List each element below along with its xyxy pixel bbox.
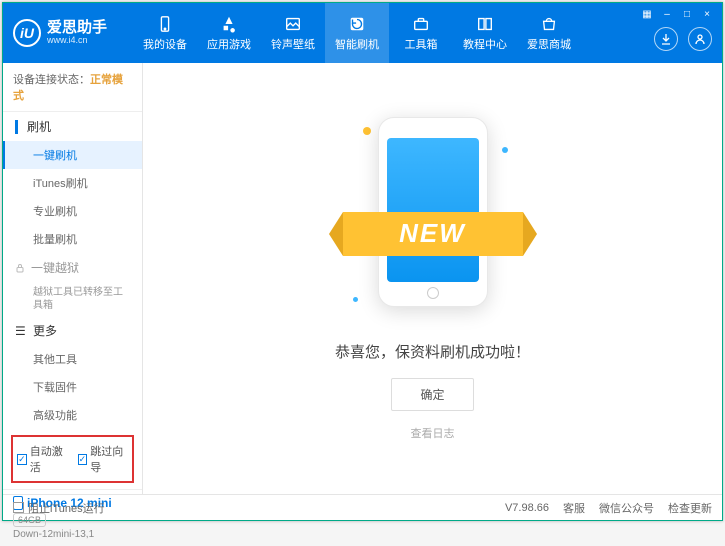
content-area: 设备连接状态：正常模式 刷机 一键刷机 iTunes刷机 专业刷机 批量刷机 一… [3,63,722,494]
book-icon [475,15,495,33]
tab-device[interactable]: 我的设备 [133,3,197,63]
user-icon [694,33,706,45]
checkbox-icon [13,502,24,513]
wechat-link[interactable]: 微信公众号 [599,500,654,516]
checkbox-label: 阻止iTunes运行 [28,500,105,516]
sidebar-item-itunes[interactable]: iTunes刷机 [3,169,142,197]
app-url: www.i4.cn [47,36,107,46]
minimize-button[interactable]: – [660,7,674,21]
sidebar: 设备连接状态：正常模式 刷机 一键刷机 iTunes刷机 专业刷机 批量刷机 一… [3,63,143,494]
check-update-link[interactable]: 检查更新 [668,500,712,516]
decor-dot [363,127,371,135]
title-right-buttons [654,27,712,51]
view-log-link[interactable]: 查看日志 [411,425,455,441]
statusbar: 阻止iTunes运行 V7.98.66 客服 微信公众号 检查更新 [3,494,722,520]
ok-button[interactable]: 确定 [391,378,473,411]
apps-icon [219,15,239,33]
tab-store[interactable]: 爱思商城 [517,3,581,63]
phone-home-icon [427,287,439,299]
main-panel: NEW 恭喜您，保资料刷机成功啦！ 确定 查看日志 [143,63,722,494]
sidebar-head-label: 刷机 [27,118,51,135]
tab-label: 工具箱 [405,36,438,52]
success-message: 恭喜您，保资料刷机成功啦！ [335,341,530,362]
phone-icon [155,15,175,33]
sidebar-head-more[interactable]: ☰ 更多 [3,316,142,345]
toolbox-icon [411,15,431,33]
device-model: Down-12mini-13,1 [13,529,132,540]
sidebar-head-label: 一键越狱 [31,259,79,276]
tab-label: 应用游戏 [207,36,251,52]
lock-icon [15,263,25,273]
sidebar-item-pro[interactable]: 专业刷机 [3,197,142,225]
statusbar-right: V7.98.66 客服 微信公众号 检查更新 [505,500,712,516]
tab-label: 铃声壁纸 [271,36,315,52]
sidebar-item-advanced[interactable]: 高级功能 [3,401,142,429]
store-icon [539,15,559,33]
connection-status: 设备连接状态：正常模式 [3,63,142,112]
version-label: V7.98.66 [505,502,549,514]
list-icon: ☰ [15,324,27,338]
sidebar-item-oneclick[interactable]: 一键刷机 [3,141,142,169]
refresh-icon [347,15,367,33]
support-link[interactable]: 客服 [563,500,585,516]
tab-ringtone[interactable]: 铃声壁纸 [261,3,325,63]
tab-tutorial[interactable]: 教程中心 [453,3,517,63]
main-tabs: 我的设备 应用游戏 铃声壁纸 智能刷机 工具箱 教程中心 [133,3,712,63]
decor-dot [502,147,508,153]
download-button[interactable] [654,27,678,51]
logo-icon: iU [13,19,41,47]
phone-illustration: NEW [353,117,513,317]
decor-dot [353,297,358,302]
block-itunes-checkbox[interactable]: 阻止iTunes运行 [13,500,105,516]
menu-button[interactable]: ▦ [640,7,654,21]
checkbox-icon: ✓ [78,454,88,465]
jailbreak-note: 越狱工具已转移至工具箱 [3,282,142,316]
close-button[interactable]: × [700,7,714,21]
tab-label: 智能刷机 [335,36,379,52]
new-badge: NEW [343,212,523,256]
sidebar-head-flash[interactable]: 刷机 [3,112,142,141]
tab-label: 爱思商城 [527,36,571,52]
checkbox-auto-activate[interactable]: ✓ 自动激活 [17,443,68,475]
tab-apps[interactable]: 应用游戏 [197,3,261,63]
phone-screen [387,138,479,282]
sidebar-item-firmware[interactable]: 下载固件 [3,373,142,401]
checkbox-highlight: ✓ 自动激活 ✓ 跳过向导 [11,435,134,483]
app-name: 爱思助手 [47,20,107,37]
conn-label: 设备连接状态： [13,74,90,86]
active-bar-icon [15,120,18,134]
sidebar-item-batch[interactable]: 批量刷机 [3,225,142,253]
window-controls: ▦ – □ × [632,3,722,25]
checkbox-icon: ✓ [17,454,27,465]
sidebar-head-jailbreak: 一键越狱 [3,253,142,282]
checkbox-label: 跳过向导 [90,443,128,475]
checkbox-label: 自动激活 [30,443,68,475]
sidebar-item-other[interactable]: 其他工具 [3,345,142,373]
sidebar-head-label: 更多 [33,322,57,339]
maximize-button[interactable]: □ [680,7,694,21]
tab-flash[interactable]: 智能刷机 [325,3,389,63]
tab-label: 教程中心 [463,36,507,52]
tab-toolbox[interactable]: 工具箱 [389,3,453,63]
tab-label: 我的设备 [143,36,187,52]
app-logo: iU 爱思助手 www.i4.cn [13,19,133,47]
titlebar: iU 爱思助手 www.i4.cn 我的设备 应用游戏 铃声壁纸 智能刷机 [3,3,722,63]
checkbox-skip-guide[interactable]: ✓ 跳过向导 [78,443,129,475]
download-icon [660,33,672,45]
app-window: iU 爱思助手 www.i4.cn 我的设备 应用游戏 铃声壁纸 智能刷机 [2,2,723,521]
user-button[interactable] [688,27,712,51]
wallpaper-icon [283,15,303,33]
